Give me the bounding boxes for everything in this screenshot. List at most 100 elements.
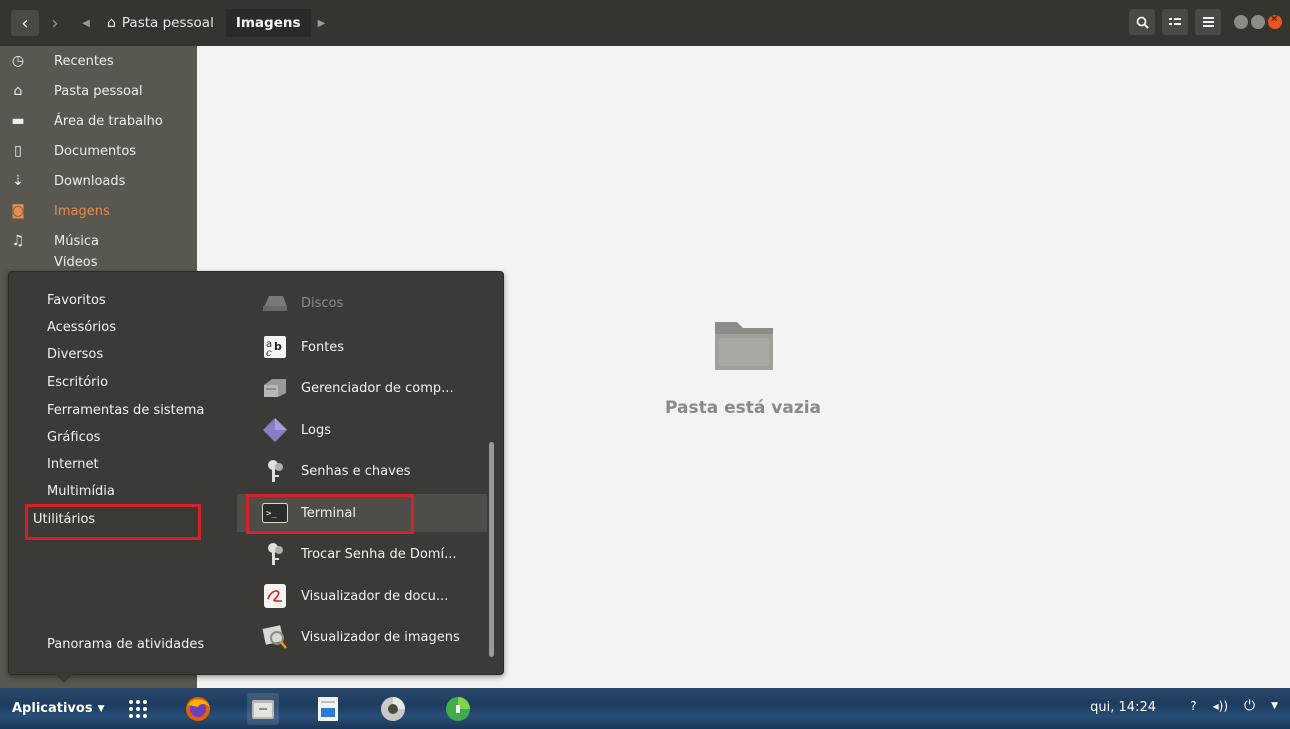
close-button[interactable] xyxy=(1268,14,1282,29)
taskbar-files[interactable] xyxy=(246,692,279,725)
app-visualizador-de-documentos[interactable]: Visualizador de docu... xyxy=(237,577,487,615)
app-trocar-senha-de-dominio[interactable]: Trocar Senha de Domí... xyxy=(237,535,487,573)
firefox-icon xyxy=(185,696,210,721)
category-multimidia[interactable]: Multimídia xyxy=(47,484,115,499)
fonts-icon: abc xyxy=(261,333,289,361)
category-internet[interactable]: Internet xyxy=(47,457,99,472)
applications-button[interactable]: Aplicativos ▼ xyxy=(12,701,105,716)
app-gerenciador-de-compactacao[interactable]: Gerenciador de comp... xyxy=(237,369,487,407)
app-discos[interactable]: Discos xyxy=(237,284,487,322)
archive-manager-icon xyxy=(261,374,289,402)
category-graficos[interactable]: Gráficos xyxy=(47,430,100,445)
app-logs[interactable]: Logs xyxy=(237,411,487,449)
breadcrumb-current-label: Imagens xyxy=(235,15,301,31)
apps-scrollbar[interactable] xyxy=(489,442,494,657)
sidebar-item-musica[interactable]: ♫ Música xyxy=(0,226,197,256)
activities-overview[interactable]: Panorama de atividades xyxy=(47,637,204,652)
forward-button[interactable]: › xyxy=(41,10,69,36)
sidebar-item-label: Downloads xyxy=(54,173,126,189)
breadcrumb-current[interactable]: Imagens xyxy=(225,9,311,37)
clock[interactable]: qui, 14:24 xyxy=(1090,700,1156,715)
power-icon[interactable]: ⏻ xyxy=(1244,698,1255,714)
terminal-highlight-box xyxy=(246,494,414,534)
back-button[interactable]: ‹ xyxy=(11,10,39,36)
category-ferramentas-de-sistema[interactable]: Ferramentas de sistema xyxy=(47,403,204,418)
breadcrumb-home[interactable]: ⌂ Pasta pessoal xyxy=(97,9,224,37)
chevron-right-icon: › xyxy=(51,12,59,34)
chevron-left-icon: ‹ xyxy=(21,12,29,34)
sidebar-item-label: Imagens xyxy=(54,203,110,219)
app-senhas-e-chaves[interactable]: Senhas e chaves xyxy=(237,452,487,490)
sidebar-item-pasta-pessoal[interactable]: ⌂ Pasta pessoal xyxy=(0,76,197,106)
document-icon: ▯ xyxy=(14,143,22,159)
sidebar-item-area-de-trabalho[interactable]: ▬ Área de trabalho xyxy=(0,106,197,136)
download-icon: ⇣ xyxy=(12,173,24,189)
keys-icon xyxy=(261,540,289,568)
camera-icon: ◙ xyxy=(11,203,25,219)
triangle-left-icon: ◀ xyxy=(82,17,90,29)
files-icon xyxy=(251,699,274,719)
folder-icon: ▬ xyxy=(11,113,25,129)
empty-folder-label: Pasta está vazia xyxy=(665,398,822,418)
bottom-panel: Aplicativos ▼ qui, 14:24 ? ◂)) ⏻ ▼ xyxy=(0,688,1290,729)
sidebar-item-videos[interactable]: Vídeos xyxy=(0,256,197,270)
sidebar-item-label: Documentos xyxy=(54,143,137,159)
taskbar-firefox[interactable] xyxy=(182,693,214,725)
volume-icon[interactable]: ◂)) xyxy=(1213,699,1228,713)
home-icon: ⌂ xyxy=(13,83,23,99)
category-favoritos[interactable]: Favoritos xyxy=(47,293,106,308)
network-icon[interactable]: ? xyxy=(1190,699,1196,713)
taskbar-text-editor[interactable] xyxy=(312,693,344,725)
triangle-right-icon: ▶ xyxy=(317,17,326,29)
breadcrumb-home-label: Pasta pessoal xyxy=(121,15,214,31)
maximize-button[interactable] xyxy=(1251,15,1265,29)
menu-icon xyxy=(1202,17,1214,27)
music-icon: ♫ xyxy=(11,233,25,249)
breadcrumb-right-arrow[interactable]: ▶ xyxy=(311,10,333,36)
category-highlight-box xyxy=(25,504,201,540)
chrome-icon xyxy=(380,696,405,721)
search-icon xyxy=(1136,16,1149,29)
applications-menu: Favoritos Acessórios Diversos Escritório… xyxy=(8,271,504,683)
view-toggle-icon xyxy=(1169,18,1181,25)
minimize-button[interactable] xyxy=(1234,15,1248,29)
sidebar-item-label: Área de trabalho xyxy=(54,113,163,129)
keys-icon xyxy=(261,457,289,485)
taskbar-green-app[interactable] xyxy=(442,693,474,725)
sidebar-item-imagens[interactable]: ◙ Imagens xyxy=(0,196,197,226)
search-button[interactable] xyxy=(1129,9,1155,35)
app-fontes[interactable]: abc Fontes xyxy=(237,328,487,366)
text-editor-icon xyxy=(317,696,338,721)
system-tray: ? ◂)) ⏻ ▼ xyxy=(1190,698,1278,714)
home-icon: ⌂ xyxy=(107,15,116,31)
category-diversos[interactable]: Diversos xyxy=(47,347,103,362)
breadcrumb-left-arrow[interactable]: ◀ xyxy=(75,10,97,36)
taskbar-chrome[interactable] xyxy=(377,693,409,725)
show-apps-button[interactable] xyxy=(127,698,149,720)
chevron-down-icon: ▼ xyxy=(97,703,105,714)
empty-folder-icon xyxy=(715,322,773,370)
sidebar-item-label: Música xyxy=(54,233,99,249)
svg-text:b: b xyxy=(274,340,282,353)
header-bar: ‹ › ◀ ⌂ Pasta pessoal Imagens ▶ xyxy=(0,0,1290,46)
category-escritorio[interactable]: Escritório xyxy=(47,375,108,390)
logs-icon xyxy=(261,416,289,444)
menu-button[interactable] xyxy=(1195,9,1221,35)
svg-text:c: c xyxy=(266,348,272,359)
sidebar-item-documentos[interactable]: ▯ Documentos xyxy=(0,136,197,166)
app-visualizador-de-imagens[interactable]: Visualizador de imagens xyxy=(237,618,487,656)
sidebar-item-label: Pasta pessoal xyxy=(54,83,143,99)
disks-icon xyxy=(261,289,289,317)
document-viewer-icon xyxy=(261,582,289,610)
green-app-icon xyxy=(445,696,470,721)
applications-label: Aplicativos xyxy=(12,701,93,716)
sidebar-item-recentes[interactable]: ◷ Recentes xyxy=(0,46,197,76)
sidebar-item-downloads[interactable]: ⇣ Downloads xyxy=(0,166,197,196)
image-viewer-icon xyxy=(261,623,289,651)
clock-icon: ◷ xyxy=(11,53,25,69)
category-acessorios[interactable]: Acessórios xyxy=(47,320,116,335)
view-toggle-button[interactable] xyxy=(1162,9,1188,35)
sidebar-item-label: Vídeos xyxy=(54,256,98,270)
chevron-down-icon[interactable]: ▼ xyxy=(1271,701,1278,711)
sidebar-item-label: Recentes xyxy=(54,53,114,69)
